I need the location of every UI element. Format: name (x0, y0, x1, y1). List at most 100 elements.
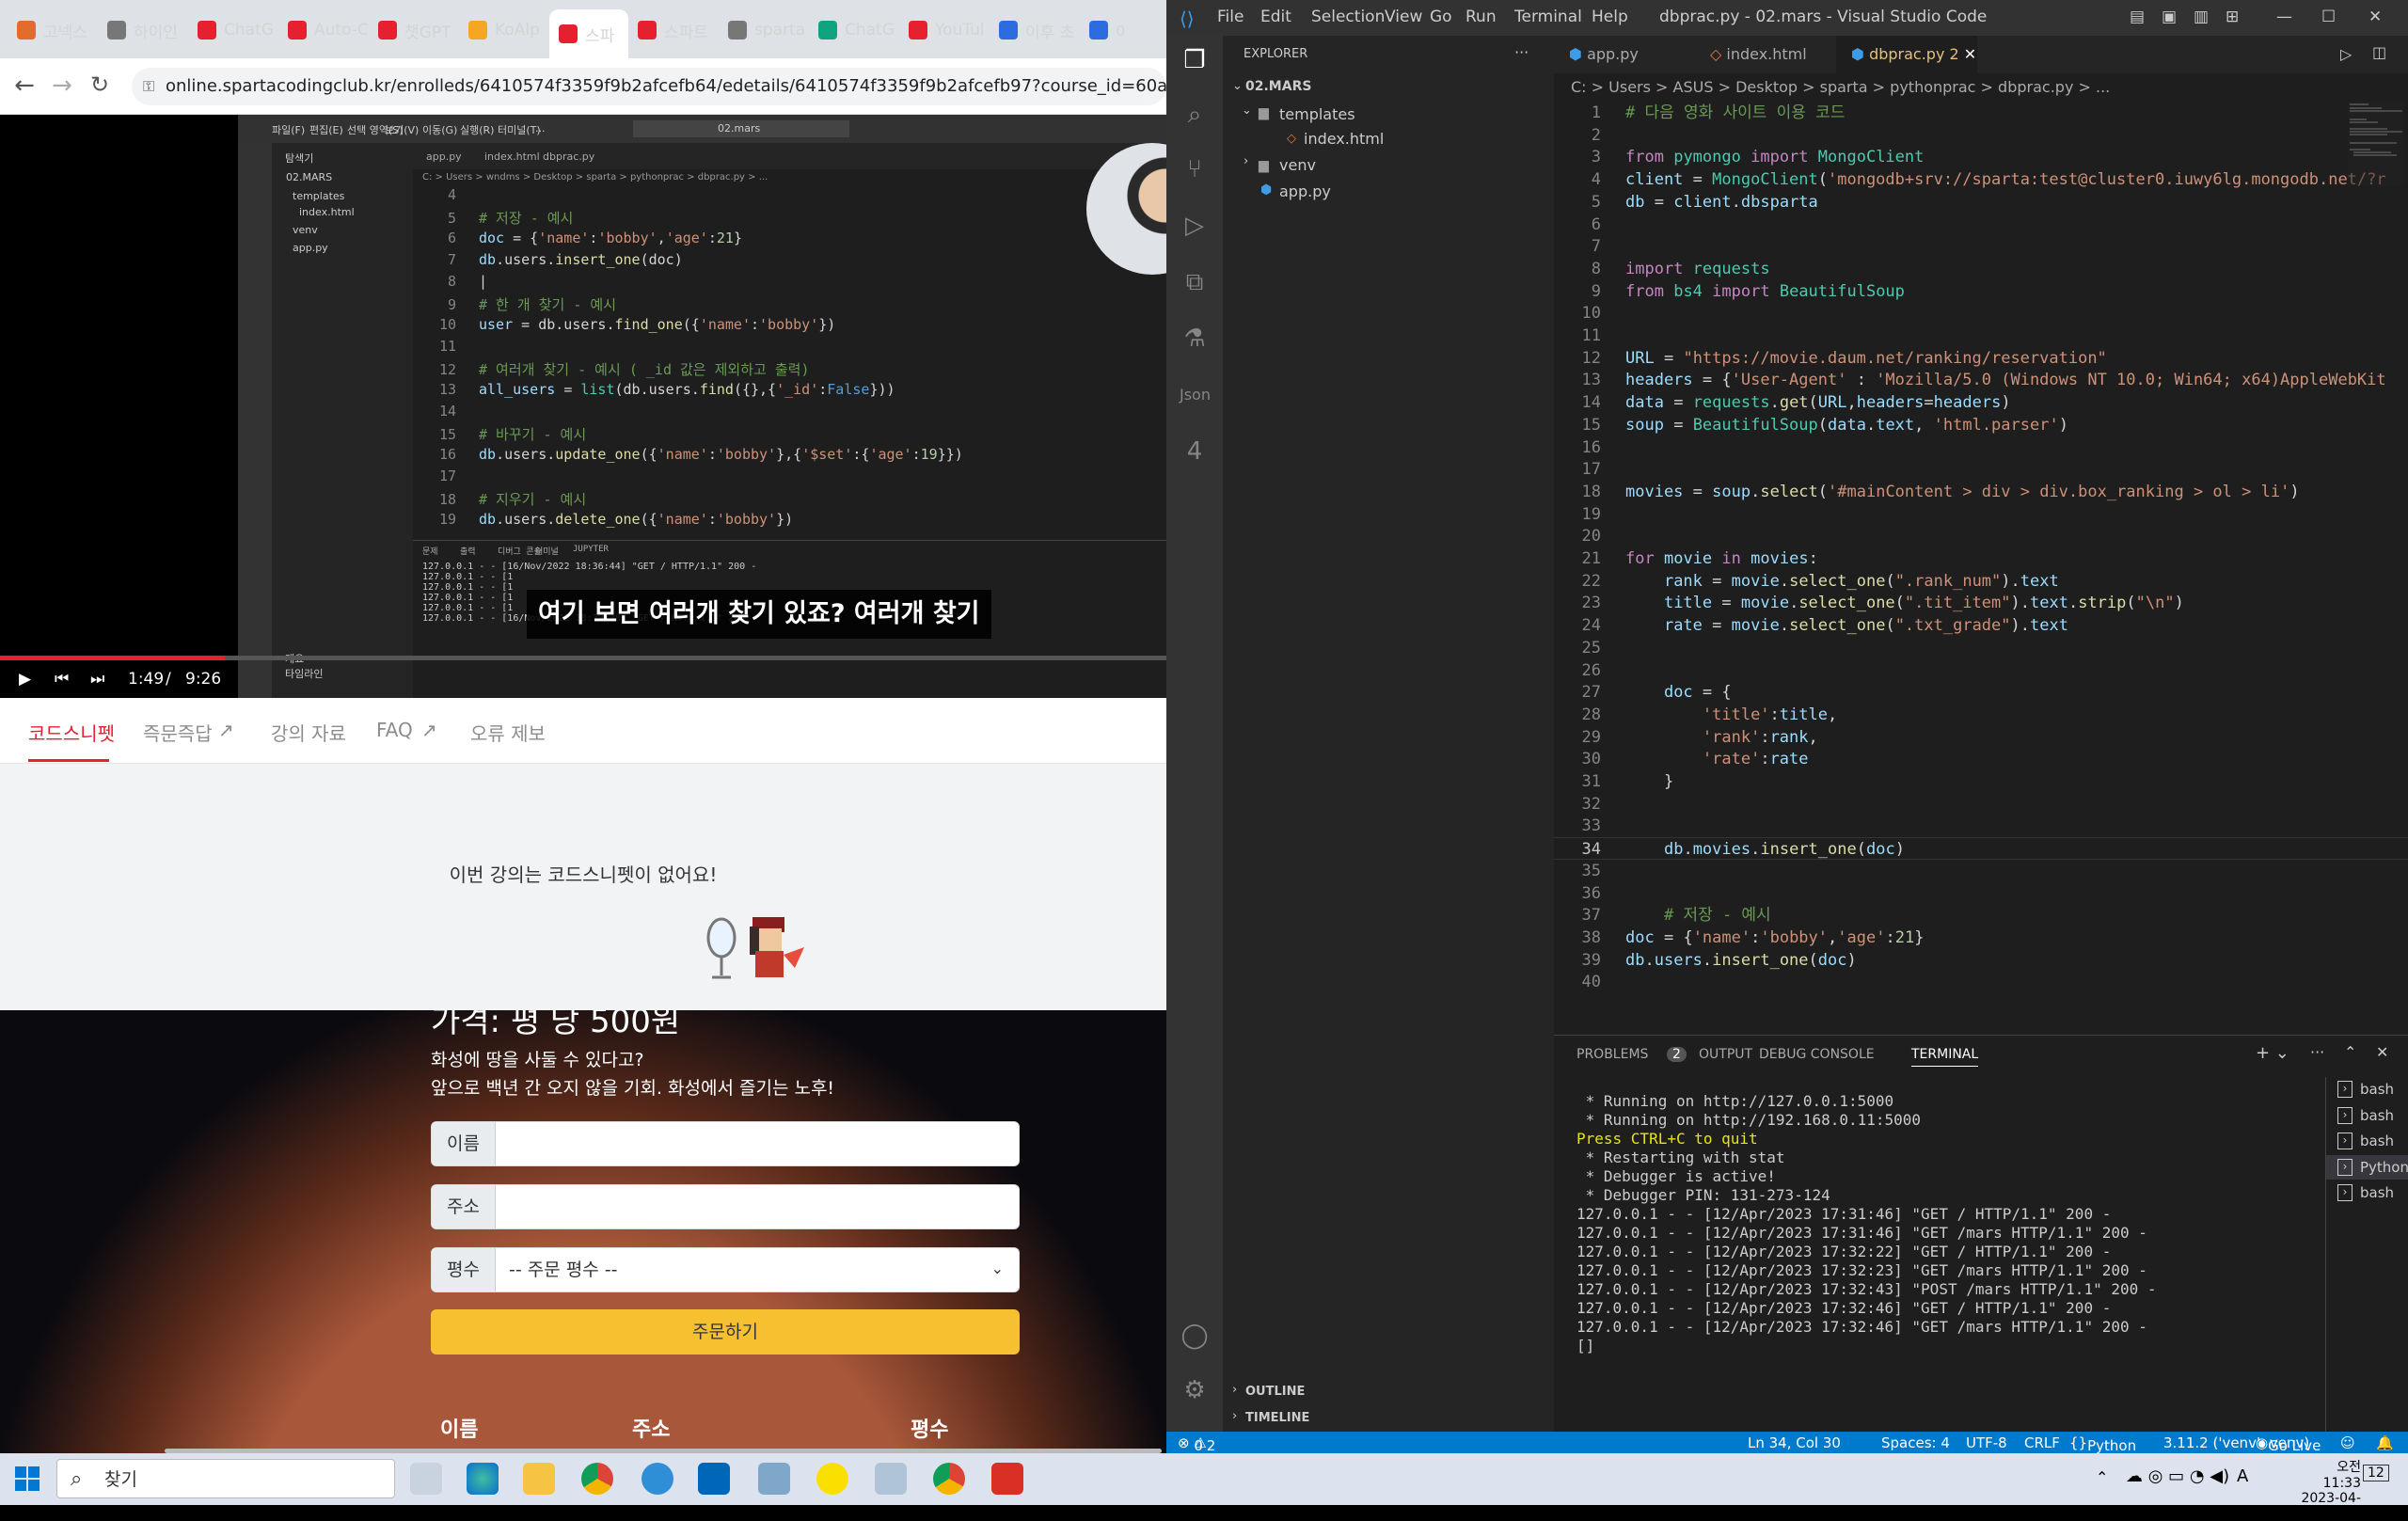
task-view-icon[interactable] (410, 1463, 442, 1495)
name-field[interactable]: 이름 (431, 1121, 1020, 1166)
code-line[interactable]: 21 for movie in movies: (1554, 547, 2408, 570)
problems-status[interactable]: ⊗ 0 ⚠ 2 (1178, 1434, 1215, 1453)
chrome-icon[interactable] (581, 1463, 613, 1495)
code-line[interactable]: 9 from bs4 import BeautifulSoup (1554, 280, 2408, 303)
outline-section[interactable]: OUTLINE (1245, 1385, 1305, 1399)
code-line[interactable]: 22 rank = movie.select_one(".rank_num").… (1554, 570, 2408, 593)
go-live-icon[interactable]: 4 (1180, 436, 1210, 467)
code-line[interactable]: 24 rate = movie.select_one(".txt_grade")… (1554, 614, 2408, 637)
menu-terminal[interactable]: Terminal (1514, 8, 1582, 26)
tree-item-templates[interactable]: templates (1279, 105, 1355, 123)
ime-indicator[interactable]: A (2237, 1466, 2248, 1486)
previous-icon[interactable]: ⏮ (55, 670, 69, 689)
line-ending[interactable]: CRLF (2024, 1434, 2060, 1451)
terminal-instance-bash[interactable]: bash (2326, 1103, 2408, 1128)
code-line[interactable]: 29 'rank':rank, (1554, 726, 2408, 749)
code-line[interactable]: 33 (1554, 815, 2408, 837)
browser-tab[interactable]: sparta (719, 11, 809, 49)
menu-edit[interactable]: Edit (1260, 8, 1291, 26)
customize-layout-icon[interactable]: ⊞ (2226, 8, 2239, 26)
code-line[interactable]: 14 data = requests.get(URL,headers=header… (1554, 391, 2408, 414)
panel-tab-output[interactable]: OUTPUT (1699, 1047, 1752, 1062)
terminal-output[interactable]: * Running on http://127.0.0.1:5000 * Run… (1576, 1092, 2157, 1355)
menu-file[interactable]: File (1217, 8, 1244, 26)
cursor-position[interactable]: Ln 34, Col 30 (1748, 1434, 1841, 1451)
browser-tab[interactable]: KoAlp (459, 11, 549, 49)
tree-item-venv[interactable]: venv (1279, 156, 1316, 174)
explorer-more-icon[interactable]: ··· (1514, 43, 1529, 61)
tree-item-index-html[interactable]: index.html (1304, 130, 1384, 148)
code-line[interactable]: 11 (1554, 325, 2408, 347)
code-line[interactable]: 15 soup = BeautifulSoup(data.text, 'html.… (1554, 414, 2408, 436)
tab-materials[interactable]: 강의 자료 (271, 719, 346, 746)
back-icon[interactable]: ← (9, 71, 40, 100)
workspace-root[interactable]: 02.MARS (1245, 79, 1311, 94)
code-line[interactable]: 36 (1554, 882, 2408, 905)
menu-selection[interactable]: Selection (1311, 8, 1385, 26)
tab-dbprac-py[interactable]: ⬢ dbprac.py 2 ✕ (1836, 36, 1977, 73)
forward-icon[interactable]: → (47, 71, 77, 100)
new-terminal-icon[interactable]: + ⌄ (2256, 1043, 2289, 1063)
close-tab-icon[interactable]: ✕ (1964, 45, 1976, 63)
minimap[interactable] (2348, 102, 2404, 186)
run-debug-icon[interactable]: ▷ (1180, 211, 1210, 241)
reload-icon[interactable]: ↻ (85, 71, 115, 98)
maximize-panel-icon[interactable]: ⌃ (2344, 1043, 2356, 1061)
browser-tab[interactable]: Auto-C (278, 11, 369, 49)
explorer-icon[interactable]: ❐ (1180, 45, 1210, 75)
code-line[interactable]: 4 client = MongoClient('mongodb+srv://spa… (1554, 168, 2408, 191)
code-line[interactable]: 39 db.users.insert_one(doc) (1554, 949, 2408, 972)
code-line[interactable]: 28 'title':title, (1554, 704, 2408, 726)
terminal-instance-python[interactable]: Python (2326, 1154, 2408, 1180)
edge-icon[interactable] (467, 1463, 499, 1495)
code-line[interactable]: 5 db = client.dbsparta (1554, 191, 2408, 214)
kakaotalk-icon[interactable] (816, 1463, 848, 1495)
code-line[interactable]: 37 # 저장 - 예시 (1554, 904, 2408, 927)
panel-more-icon[interactable]: ··· (2310, 1043, 2324, 1061)
code-line[interactable]: 16 (1554, 436, 2408, 459)
minimize-icon[interactable]: — (2276, 8, 2292, 26)
account-icon[interactable]: ◯ (1180, 1321, 1210, 1351)
run-file-icon[interactable]: ▷ (2340, 45, 2352, 63)
app-icon[interactable] (642, 1463, 673, 1495)
size-select[interactable]: 평수 -- 주문 평수 -- ⌄ (431, 1247, 1020, 1292)
breadcrumb[interactable]: C: > Users > ASUS > Desktop > sparta > p… (1554, 73, 2408, 102)
chevron-right-icon[interactable]: › (1232, 1409, 1237, 1423)
file-explorer-icon[interactable] (523, 1463, 555, 1495)
terminal-instance-bash[interactable]: bash (2326, 1077, 2408, 1101)
testing-icon[interactable]: ⚗ (1180, 324, 1210, 354)
code-line[interactable]: 7 (1554, 235, 2408, 258)
acrobat-icon[interactable] (991, 1463, 1023, 1495)
browser-tab[interactable]: 고넥스 (8, 11, 98, 49)
tab-snippets[interactable]: 코드스니펫 (28, 719, 115, 746)
tab-faq[interactable]: FAQ (376, 719, 413, 741)
app-icon[interactable] (758, 1463, 790, 1495)
code-line[interactable]: 30 'rate':rate (1554, 748, 2408, 770)
tray-overflow-icon[interactable]: ⌃ (2096, 1468, 2108, 1486)
code-line[interactable]: 20 (1554, 525, 2408, 547)
address-field[interactable]: 주소 (431, 1184, 1020, 1229)
chevron-down-icon[interactable]: ⌄ (1232, 79, 1243, 93)
video-progress-bar[interactable] (0, 656, 1166, 660)
code-line[interactable]: 18 movies = soup.select('#mainContent > d… (1554, 481, 2408, 503)
code-line[interactable]: 1 # 다음 영화 사이트 이용 코드 (1554, 102, 2408, 124)
code-line[interactable]: 2 (1554, 124, 2408, 147)
play-icon[interactable]: ▶ (19, 670, 31, 689)
tab-qna[interactable]: 즉문즉답 (143, 719, 213, 746)
code-line[interactable]: 8 import requests (1554, 258, 2408, 280)
tab-report[interactable]: 오류 제보 (470, 719, 546, 746)
menu-go[interactable]: Go (1430, 8, 1452, 26)
browser-tab[interactable]: 하이인 (98, 11, 188, 49)
close-panel-icon[interactable]: ✕ (2376, 1043, 2388, 1061)
tab-index-html[interactable]: ◇ index.html (1695, 36, 1836, 73)
code-line[interactable]: 40 (1554, 971, 2408, 993)
browser-tab[interactable]: 이 (1080, 11, 1127, 49)
menu-run[interactable]: Run (1465, 8, 1497, 26)
vscode-taskbar-icon[interactable] (698, 1463, 730, 1495)
code-line[interactable]: 26 (1554, 659, 2408, 682)
browser-tab[interactable]: 스파 (549, 9, 628, 58)
lecture-video-player[interactable]: 파일(F) 편집(E) 선택 영역(S) 보기(V) 이동(G) 실행(R) 터미널(T).… (0, 115, 1166, 698)
code-line[interactable]: 12 URL = "https://movie.daum.net/ranking/… (1554, 347, 2408, 370)
code-line[interactable]: 31 } (1554, 770, 2408, 793)
menu-view[interactable]: View (1385, 8, 1422, 26)
